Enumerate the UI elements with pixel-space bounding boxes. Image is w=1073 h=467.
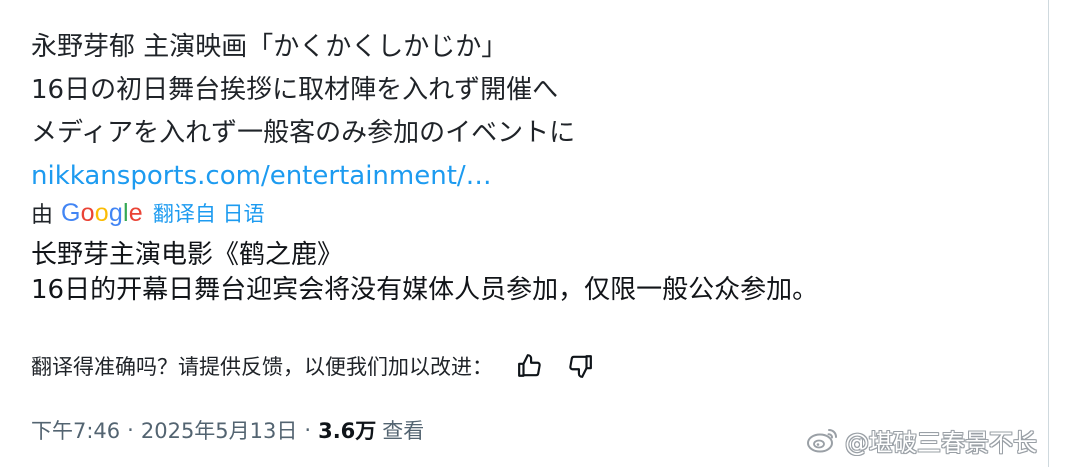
translation-attribution: 由 Google 翻译自 日语 <box>31 198 265 229</box>
weibo-watermark: @堪破三春景不长 <box>805 423 1037 457</box>
article-link[interactable]: nikkansports.com/entertainment/… <box>31 155 575 198</box>
weibo-logo-icon <box>805 425 841 455</box>
tweet-date[interactable]: 2025年5月13日 <box>141 415 298 445</box>
tweet-card: 永野芽郁 主演映画「かくかくしかじか」 16日の初日舞台挨拶に取材陣を入れず開催… <box>0 0 1049 467</box>
tweet-text-line: 16日の初日舞台挨拶に取材陣を入れず開催へ <box>31 75 559 105</box>
tweet-time[interactable]: 下午7:46 <box>31 415 120 445</box>
thumbs-up-icon <box>518 354 541 377</box>
translation-feedback: 翻译得准确吗？请提供反馈，以便我们加以改进： <box>31 349 595 383</box>
watermark-text: @堪破三春景不长 <box>845 428 1037 457</box>
meta-separator: · <box>127 418 134 442</box>
thumbs-down-icon <box>569 355 592 378</box>
thumbs-up-button[interactable] <box>515 351 545 381</box>
thumbs-down-button[interactable] <box>565 351 595 381</box>
google-logo: Google <box>61 198 143 227</box>
tweet-text: 永野芽郁 主演映画「かくかくしかじか」 16日の初日舞台挨拶に取材陣を入れず開催… <box>31 26 575 198</box>
views-label: 查看 <box>382 419 425 443</box>
translated-text-line: 长野芽主演电影《鹤之鹿》 <box>31 240 344 270</box>
views-count: 3.6万 <box>318 419 377 443</box>
translated-text: 长野芽主演电影《鹤之鹿》 16日的开幕日舞台迎宾会将没有媒体人员参加，仅限一般公… <box>31 238 818 308</box>
tweet-meta: 下午7:46 · 2025年5月13日 · 3.6万 查看 <box>31 414 424 446</box>
feedback-prompt: 翻译得准确吗？请提供反馈，以便我们加以改进： <box>31 355 493 379</box>
tweet-text-line: 永野芽郁 主演映画「かくかくしかじか」 <box>31 32 508 62</box>
translated-text-line: 16日的开幕日舞台迎宾会将没有媒体人员参加，仅限一般公众参加。 <box>31 275 819 305</box>
tweet-text-line: メディアを入れず一般客のみ参加のイベントに <box>31 118 576 148</box>
translated-by-label: 由 <box>31 203 54 228</box>
translated-from-link[interactable]: 翻译自 日语 <box>153 198 265 228</box>
meta-separator: · <box>304 418 312 442</box>
